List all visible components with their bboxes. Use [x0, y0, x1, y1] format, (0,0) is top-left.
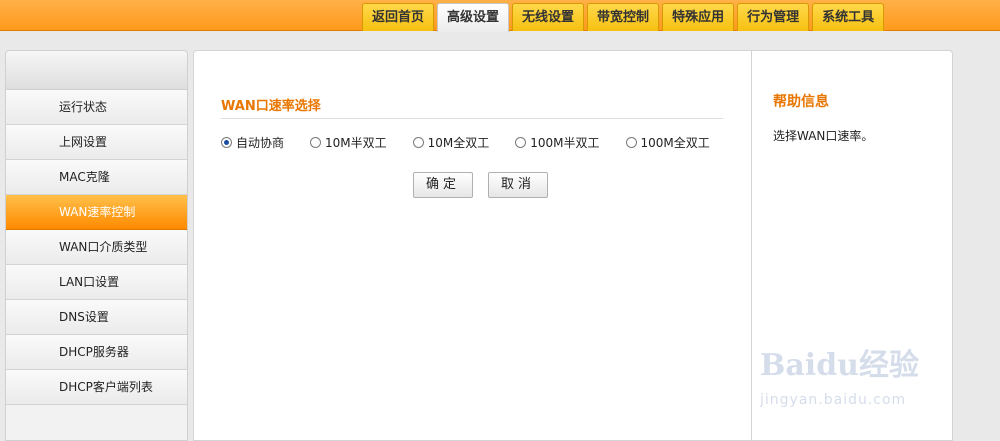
tab-special-apps[interactable]: 特殊应用 [662, 3, 735, 31]
radio-10m-half-duplex[interactable]: 10M半双工 [310, 134, 387, 151]
sidebar-item-mac-clone[interactable]: MAC克隆 [6, 160, 187, 195]
radio-button-icon[interactable] [515, 137, 527, 148]
radio-label: 10M全双工 [427, 136, 490, 150]
radio-button-icon[interactable] [625, 137, 637, 148]
radio-button-icon[interactable] [310, 137, 322, 148]
radio-button-icon[interactable] [221, 137, 232, 148]
tab-wireless-settings[interactable]: 无线设置 [512, 3, 585, 31]
tab-behavior-management[interactable]: 行为管理 [737, 3, 810, 31]
radio-auto-negotiate[interactable]: 自动协商 [221, 134, 284, 151]
sidebar-header [6, 51, 187, 90]
top-nav: 返回首页 高级设置 无线设置 带宽控制 特殊应用 行为管理 系统工具 [362, 3, 885, 32]
tab-home[interactable]: 返回首页 [362, 3, 435, 31]
help-text: 选择WAN口速率。 [773, 129, 874, 143]
sidebar-item-internet-settings[interactable]: 上网设置 [6, 125, 187, 160]
radio-10m-full-duplex[interactable]: 10M全双工 [412, 134, 490, 151]
tab-advanced-settings[interactable]: 高级设置 [437, 3, 510, 32]
tab-bandwidth-control[interactable]: 带宽控制 [587, 3, 660, 31]
sidebar-item-dhcp-client-list[interactable]: DHCP客户端列表 [6, 370, 187, 405]
help-panel: 帮助信息 选择WAN口速率。 [751, 50, 953, 441]
confirm-button[interactable]: 确定 [413, 172, 473, 198]
cancel-button[interactable]: 取消 [488, 172, 548, 198]
wan-speed-radio-group: 自动协商 10M半双工 10M全双工 100M半双工 100M全双工 [221, 134, 736, 151]
help-title: 帮助信息 [773, 94, 829, 110]
radio-label: 100M半双工 [530, 136, 600, 150]
main-panel: WAN口速率选择 自动协商 10M半双工 10M全双工 100M半双工 100M… [193, 50, 751, 441]
sidebar-item-dns-settings[interactable]: DNS设置 [6, 300, 187, 335]
radio-label: 100M全双工 [640, 136, 710, 150]
section-divider [221, 118, 723, 119]
sidebar-item-wan-media-type[interactable]: WAN口介质类型 [6, 230, 187, 265]
radio-button-icon[interactable] [412, 137, 424, 148]
radio-100m-half-duplex[interactable]: 100M半双工 [515, 134, 600, 151]
sidebar-item-run-status[interactable]: 运行状态 [6, 90, 187, 125]
section-title: WAN口速率选择 [221, 99, 321, 114]
tab-system-tools[interactable]: 系统工具 [812, 3, 885, 31]
radio-label: 10M半双工 [325, 136, 387, 150]
sidebar-item-wan-speed[interactable]: WAN速率控制 [6, 195, 187, 230]
sidebar-item-dhcp-server[interactable]: DHCP服务器 [6, 335, 187, 370]
sidebar-item-lan-settings[interactable]: LAN口设置 [6, 265, 187, 300]
top-nav-bar: 返回首页 高级设置 无线设置 带宽控制 特殊应用 行为管理 系统工具 [0, 0, 1000, 32]
radio-100m-full-duplex[interactable]: 100M全双工 [625, 134, 710, 151]
sidebar: 运行状态 上网设置 MAC克隆 WAN速率控制 WAN口介质类型 LAN口设置 … [5, 50, 188, 441]
radio-label: 自动协商 [236, 136, 285, 150]
